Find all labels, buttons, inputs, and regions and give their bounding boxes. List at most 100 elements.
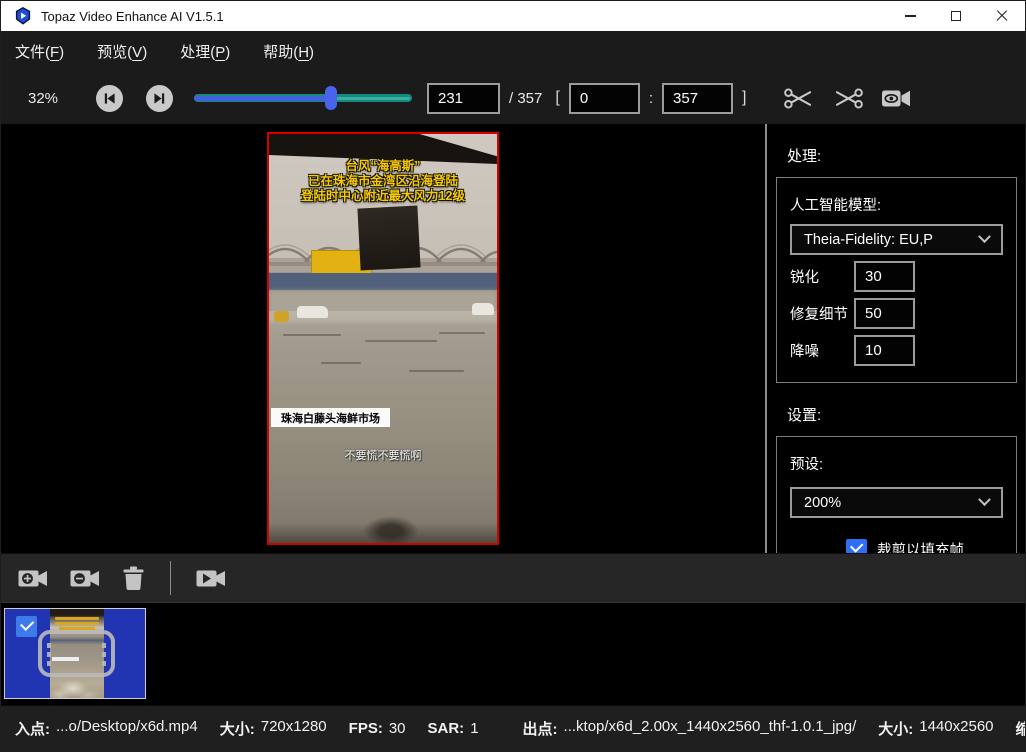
add-video-icon	[18, 568, 49, 589]
process-video-icon	[196, 568, 227, 589]
barrier-graphic	[269, 273, 497, 290]
skip-end-icon	[151, 90, 168, 107]
clip-selected-checkbox[interactable]	[16, 616, 37, 637]
titlebar: Topaz Video Enhance AI V1.5.1	[1, 1, 1025, 31]
app-window: Topaz Video Enhance AI V1.5.1 文件(F) 预览(V…	[0, 0, 1026, 752]
ai-model-value: Theia-Fidelity: EU,P	[804, 232, 933, 248]
denoise-label: 降噪	[790, 340, 854, 361]
crop-to-fill-label: 裁剪以填充帧	[877, 539, 964, 553]
menu-file[interactable]: 文件(F)	[15, 41, 64, 62]
status-input-size: 大小:720x1280	[220, 718, 327, 739]
camera-eye-icon	[881, 87, 912, 110]
processing-section-title: 处理:	[787, 145, 1025, 166]
clip-thumbnail[interactable]	[4, 608, 146, 699]
status-input-path: 入点:...o/Desktop/x6d.mp4	[15, 718, 198, 739]
status-fps: FPS:30	[349, 720, 406, 737]
ai-model-dropdown[interactable]: Theia-Fidelity: EU,P	[790, 224, 1003, 255]
menu-process[interactable]: 处理(P)	[180, 41, 230, 62]
app-logo-icon	[14, 7, 32, 25]
bottom-shade	[269, 523, 497, 543]
current-frame-input[interactable]	[427, 83, 500, 114]
water-streak	[439, 332, 485, 334]
chevron-down-icon	[978, 230, 991, 243]
denoise-input[interactable]	[854, 335, 915, 366]
status-output-path: 出点:...ktop/x6d_2.00x_1440x2560_thf-1.0.1…	[523, 718, 857, 739]
preset-value: 200%	[804, 495, 841, 511]
debris-graphic	[274, 311, 289, 322]
menubar: 文件(F) 预览(V) 处理(P) 帮助(H)	[1, 31, 1025, 72]
titlebar-left: Topaz Video Enhance AI V1.5.1	[1, 7, 887, 25]
timeline-slider[interactable]	[194, 84, 412, 112]
crop-to-fill-checkbox[interactable]	[846, 539, 867, 553]
preset-groupbox: 预设: 200% 裁剪以填充帧	[776, 436, 1017, 553]
skip-start-icon	[101, 90, 118, 107]
floodwater-graphic	[269, 311, 497, 543]
total-frames-label: / 357	[509, 90, 542, 107]
close-button[interactable]	[979, 1, 1025, 31]
sharpen-row: 锐化	[790, 261, 1003, 292]
close-icon	[996, 10, 1008, 22]
water-streak	[365, 340, 437, 342]
trim-start-button[interactable]	[783, 86, 814, 111]
trash-icon	[122, 566, 145, 591]
crop-to-fill-row[interactable]: 裁剪以填充帧	[790, 539, 1003, 553]
maximize-icon	[951, 11, 961, 21]
range-close-bracket: ]	[742, 89, 746, 107]
app-title: Topaz Video Enhance AI V1.5.1	[41, 9, 224, 24]
slider-track-highlight	[334, 97, 410, 100]
water-streak	[409, 370, 464, 372]
settings-panel: 处理: 人工智能模型: Theia-Fidelity: EU,P 锐化 修复细节…	[765, 124, 1025, 553]
skip-to-start-button[interactable]	[96, 85, 123, 112]
sharpen-input[interactable]	[854, 261, 915, 292]
window-controls	[887, 1, 1025, 31]
skip-to-end-button[interactable]	[146, 85, 173, 112]
clip-toolbar	[1, 553, 1025, 602]
location-tag: 珠海白藤头海鲜市场	[271, 408, 390, 427]
minimize-icon	[905, 15, 916, 17]
process-video-button[interactable]	[196, 568, 227, 589]
restore-details-input[interactable]	[854, 298, 915, 329]
delete-clip-button[interactable]	[122, 566, 145, 591]
ai-model-groupbox: 人工智能模型: Theia-Fidelity: EU,P 锐化 修复细节 降噪	[776, 177, 1017, 383]
main-area: 台风“海高斯” 已在珠海市金湾区沿海登陆 登陆时中心附近最大风力12级 珠海白藤…	[1, 124, 1025, 553]
add-video-button[interactable]	[18, 568, 49, 589]
remove-video-button[interactable]	[70, 568, 101, 589]
preview-button[interactable]	[881, 87, 912, 110]
water-streak	[283, 334, 341, 336]
status-sar: SAR:1	[428, 720, 479, 737]
mini-headline-line	[55, 617, 99, 620]
slider-handle[interactable]	[325, 86, 337, 110]
restore-details-label: 修复细节	[790, 303, 854, 324]
menu-preview[interactable]: 预览(V)	[97, 41, 147, 62]
video-headline-text: 台风“海高斯” 已在珠海市金湾区沿海登陆 登陆时中心附近最大风力12级	[269, 159, 497, 204]
maximize-button[interactable]	[933, 1, 979, 31]
range-start-input[interactable]	[569, 83, 640, 114]
minimize-button[interactable]	[887, 1, 933, 31]
settings-section-title: 设置:	[787, 404, 1025, 425]
preset-label: 预设:	[790, 453, 1003, 474]
submerged-car	[472, 303, 494, 315]
video-preview[interactable]: 台风“海高斯” 已在珠海市金湾区沿海登陆 登陆时中心附近最大风力12级 珠海白藤…	[267, 132, 499, 545]
chevron-down-icon	[978, 493, 991, 506]
bracket-dashes	[102, 643, 106, 669]
ai-model-label: 人工智能模型:	[790, 194, 1003, 215]
menu-help[interactable]: 帮助(H)	[263, 41, 314, 62]
remove-video-icon	[70, 568, 101, 589]
water-streak	[321, 362, 361, 364]
status-scale: 缩放:200%	[1016, 718, 1026, 739]
range-separator: :	[649, 90, 653, 107]
trim-end-button[interactable]	[833, 86, 864, 111]
sharpen-label: 锐化	[790, 266, 854, 287]
range-end-input[interactable]	[662, 83, 733, 114]
preset-dropdown[interactable]: 200%	[790, 487, 1003, 518]
clip-strip	[1, 602, 1025, 705]
mini-headline-line	[55, 622, 99, 625]
status-output-size: 大小:1440x2560	[878, 718, 993, 739]
submerged-car	[297, 306, 328, 318]
scissors-left-icon	[783, 86, 814, 111]
scissors-right-icon	[833, 86, 864, 111]
slider-progress	[194, 96, 331, 101]
statusbar: 入点:...o/Desktop/x6d.mp4 大小:720x1280 FPS:…	[1, 705, 1025, 751]
zoom-level-label: 32%	[28, 90, 70, 107]
bracket-dashes	[47, 643, 51, 669]
